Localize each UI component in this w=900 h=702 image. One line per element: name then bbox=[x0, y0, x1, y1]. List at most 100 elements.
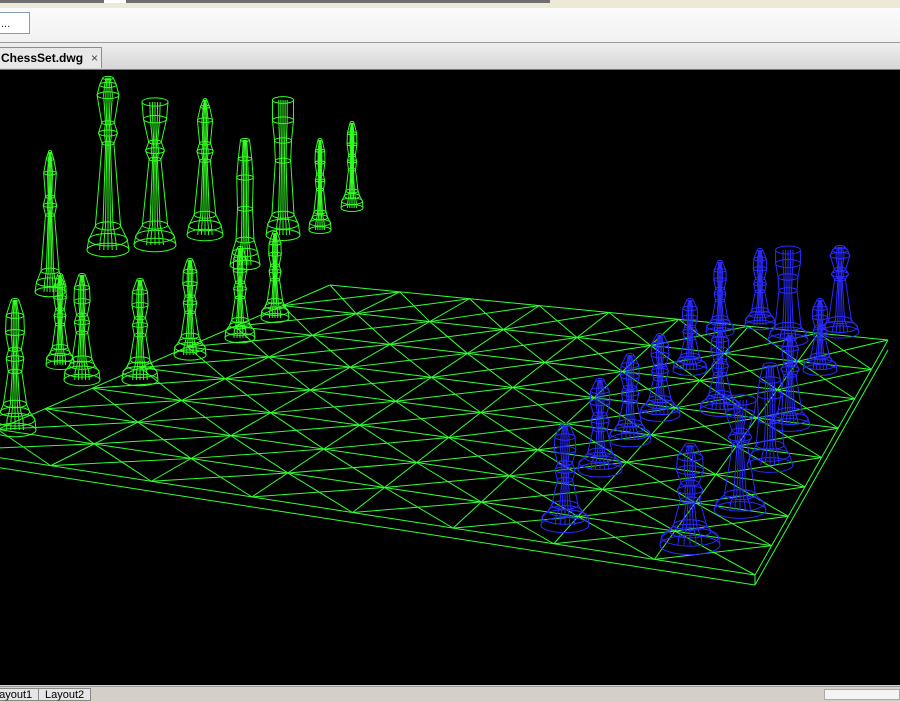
board-diagonal bbox=[429, 321, 468, 354]
pawn-piece bbox=[121, 278, 159, 387]
pawn-piece bbox=[173, 258, 207, 361]
pawn-piece bbox=[340, 121, 364, 213]
drawing-viewport[interactable] bbox=[0, 70, 900, 685]
board-diagonal bbox=[481, 501, 554, 545]
document-tab-label: ChessSet.dwg bbox=[1, 51, 84, 65]
board-diagonal bbox=[151, 472, 288, 482]
queen-piece bbox=[133, 97, 177, 253]
pawn-piece bbox=[802, 298, 838, 376]
board-diagonal bbox=[230, 435, 289, 474]
pawn-piece bbox=[705, 260, 735, 337]
pawn-piece bbox=[0, 298, 37, 438]
piece-outline bbox=[173, 259, 188, 356]
board-diagonal bbox=[448, 423, 566, 438]
piece-outline bbox=[112, 77, 130, 251]
piece-outline bbox=[290, 100, 301, 236]
board-diagonal bbox=[251, 487, 385, 498]
board-diagonal bbox=[190, 448, 324, 459]
board-diagonal bbox=[481, 488, 603, 503]
board-diagonal bbox=[270, 400, 396, 414]
bishop-piece bbox=[186, 98, 224, 242]
board-diagonal bbox=[467, 337, 578, 354]
board-diagonal bbox=[608, 312, 651, 346]
board-diagonal bbox=[756, 398, 855, 419]
board-diagonal bbox=[312, 334, 351, 368]
board-diagonal bbox=[650, 434, 717, 475]
board-diagonal bbox=[480, 397, 595, 413]
board-diagonal bbox=[503, 329, 546, 363]
layout-tab-2[interactable]: Layout2 bbox=[38, 688, 92, 701]
board-diagonal bbox=[675, 389, 778, 409]
piece-outline bbox=[767, 250, 780, 341]
board-diagonal bbox=[44, 399, 182, 410]
layout-scrollbar[interactable] bbox=[824, 689, 900, 700]
document-tab-chessset[interactable]: ChessSet.dwg × bbox=[0, 47, 102, 68]
board-diagonal bbox=[352, 501, 482, 513]
board-diagonal bbox=[602, 488, 676, 532]
command-toolbar: ... bbox=[0, 8, 900, 43]
board-diagonal bbox=[359, 412, 481, 426]
board-diagonal bbox=[92, 378, 226, 389]
board-diagonal bbox=[137, 412, 271, 423]
piece-meridian bbox=[285, 100, 291, 236]
command-input[interactable]: ... bbox=[0, 12, 30, 34]
board-diagonal bbox=[234, 313, 357, 327]
board-diagonal bbox=[469, 298, 504, 330]
piece-outline bbox=[133, 101, 150, 246]
board-diagonal bbox=[287, 472, 353, 513]
board-diagonal bbox=[416, 462, 482, 503]
board-diagonal bbox=[94, 435, 231, 445]
board-diagonal bbox=[190, 458, 253, 498]
piece-meridian bbox=[275, 100, 281, 236]
king-piece bbox=[86, 75, 130, 258]
board-diagonal bbox=[399, 291, 431, 322]
bishop-piece bbox=[34, 150, 66, 298]
board-diagonal bbox=[0, 443, 95, 449]
rook-piece bbox=[265, 96, 301, 241]
piece-outline bbox=[160, 101, 177, 246]
board-diagonal bbox=[416, 449, 538, 463]
board-diagonal bbox=[323, 448, 385, 488]
board-diagonal bbox=[323, 437, 449, 450]
board-diagonal bbox=[282, 291, 400, 307]
board-diagonal bbox=[480, 412, 539, 451]
board-diagonal bbox=[538, 305, 578, 338]
wireframe-scene[interactable] bbox=[0, 70, 900, 685]
piece-meridian bbox=[791, 250, 797, 341]
document-tab-bar: ChessSet.dwg × bbox=[0, 43, 900, 70]
board-diagonal bbox=[431, 362, 545, 378]
close-icon[interactable]: × bbox=[91, 51, 98, 65]
horizontal-scroll-track[interactable] bbox=[0, 0, 550, 3]
board-diagonal bbox=[503, 312, 610, 331]
horizontal-scroll-thumb[interactable] bbox=[104, 0, 126, 3]
board-diagonal bbox=[384, 487, 454, 529]
board-diagonal bbox=[448, 437, 510, 477]
piece-outline bbox=[18, 299, 37, 431]
piece-outline bbox=[192, 259, 207, 356]
board-diagonal bbox=[230, 424, 360, 437]
board-edge bbox=[0, 467, 756, 586]
piece-outline bbox=[796, 250, 809, 341]
board-diagonal bbox=[537, 449, 603, 490]
knight-piece bbox=[229, 138, 261, 271]
piece-outline bbox=[84, 274, 101, 381]
layout-tab-bar: Layout1 Layout2 bbox=[0, 686, 900, 701]
pawn-piece bbox=[744, 248, 776, 331]
piece-outline bbox=[249, 139, 261, 266]
board-diagonal bbox=[384, 475, 510, 488]
piece-outline bbox=[746, 364, 764, 466]
board-diagonal bbox=[395, 400, 449, 438]
board-diagonal bbox=[736, 445, 806, 488]
pawn-piece bbox=[308, 138, 332, 235]
piece-outline bbox=[121, 279, 138, 381]
layout-tab-1[interactable]: Layout1 bbox=[0, 688, 40, 701]
piece-outline bbox=[86, 77, 104, 251]
board-diagonal bbox=[356, 298, 470, 315]
pawn-piece bbox=[63, 273, 101, 387]
board-diagonal bbox=[312, 321, 430, 336]
board-diagonal bbox=[355, 313, 391, 345]
board-diagonal bbox=[675, 407, 737, 447]
board-diagonal bbox=[576, 337, 623, 372]
board-diagonal bbox=[389, 343, 432, 378]
king-piece bbox=[820, 244, 860, 339]
